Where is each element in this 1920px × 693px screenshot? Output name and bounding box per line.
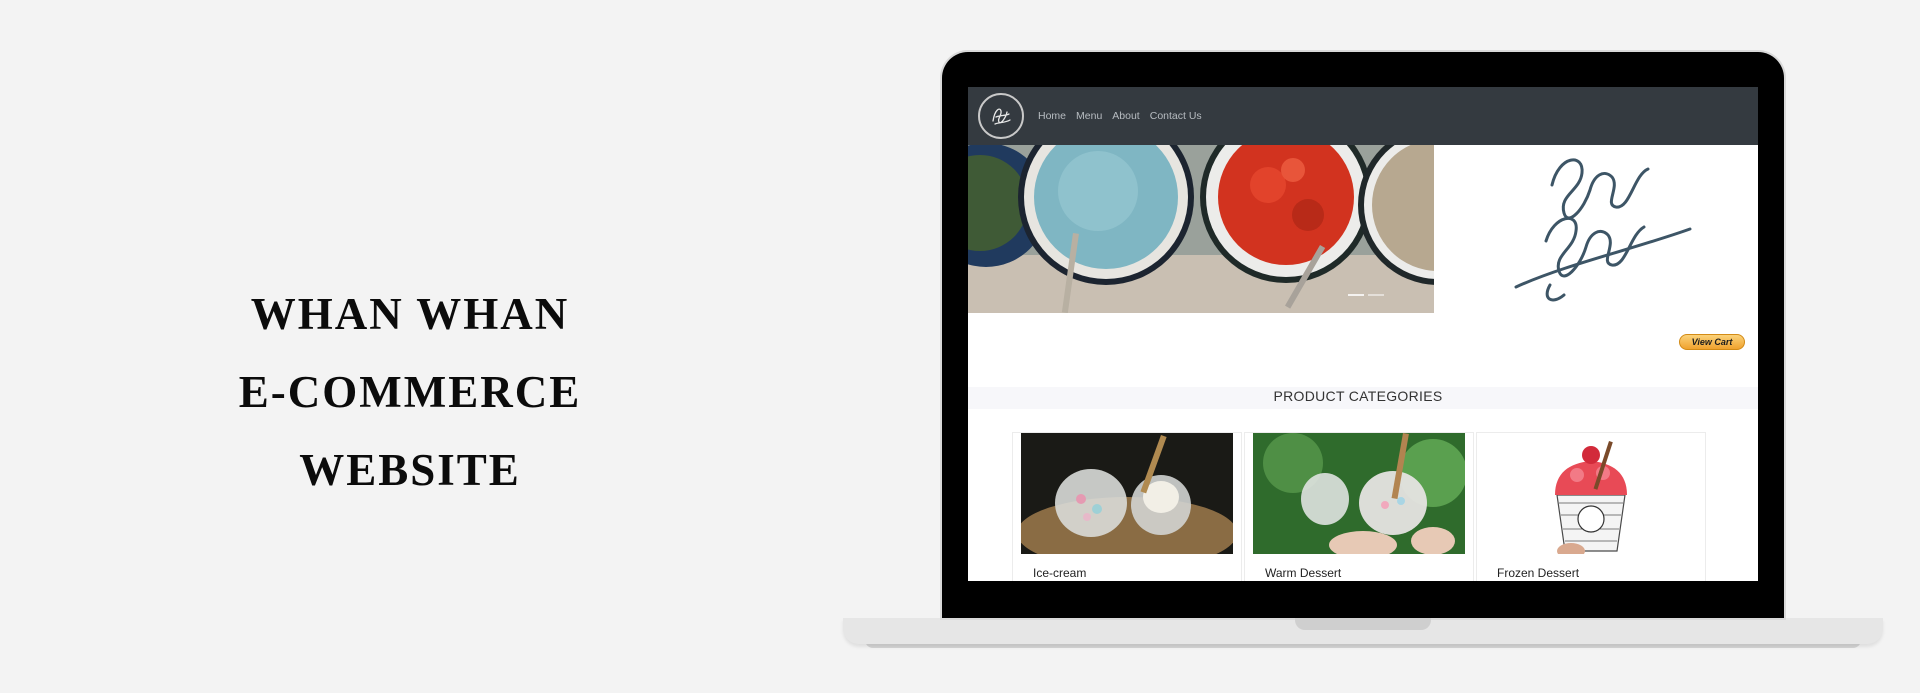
product-categories-title: PRODUCT CATEGORIES	[1273, 388, 1443, 404]
category-card-frozen-dessert[interactable]: Frozen Dessert	[1476, 432, 1706, 581]
laptop-notch	[1295, 618, 1431, 630]
warm-dessert-jar-photo	[1253, 433, 1465, 554]
nav-links: Home Menu About Contact Us	[1038, 110, 1212, 122]
nav-link-contact-us[interactable]: Contact Us	[1150, 110, 1202, 122]
category-card-ice-cream[interactable]: Ice-cream	[1012, 432, 1242, 581]
view-cart-button[interactable]: View Cart	[1679, 334, 1745, 350]
category-label: Frozen Dessert	[1497, 566, 1580, 580]
category-label: Ice-cream	[1033, 566, 1087, 580]
headline: WHAN WHAN E-COMMERCE WEBSITE	[150, 275, 670, 509]
round-script-logo-icon[interactable]	[978, 93, 1024, 139]
laptop-screen: Home Menu About Contact Us View Cart PRO…	[968, 87, 1758, 581]
category-label: Warm Dessert	[1265, 566, 1342, 580]
frozen-dessert-cup-photo	[1485, 433, 1697, 554]
nav-link-menu[interactable]: Menu	[1076, 110, 1102, 122]
category-card-warm-dessert[interactable]: Warm Dessert	[1244, 432, 1474, 581]
nav-link-home[interactable]: Home	[1038, 110, 1066, 122]
site-navbar: Home Menu About Contact Us	[968, 87, 1758, 145]
script-brand-logo	[1434, 145, 1758, 313]
headline-line-1: WHAN WHAN	[250, 289, 570, 339]
hero-toppings-photo	[968, 145, 1434, 313]
ice-cream-jars-photo	[1021, 433, 1233, 554]
nav-link-about[interactable]: About	[1112, 110, 1139, 122]
headline-line-2: E-COMMERCE WEBSITE	[238, 367, 582, 495]
